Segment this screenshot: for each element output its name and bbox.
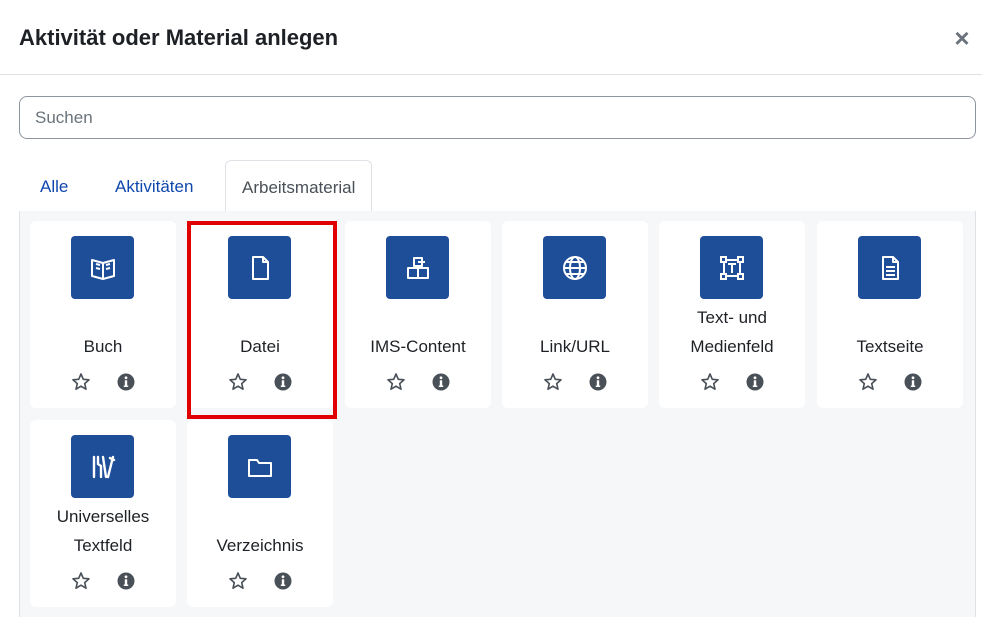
star-icon[interactable]: [858, 372, 878, 392]
tab-aktivitaeten[interactable]: Aktivitäten: [99, 160, 209, 212]
info-icon[interactable]: [903, 372, 923, 392]
info-icon[interactable]: [431, 372, 451, 392]
info-icon[interactable]: [116, 372, 136, 392]
dialog-header: Aktivität oder Material anlegen ×: [0, 0, 982, 75]
item-label: Textseite: [856, 337, 924, 356]
item-card-buch[interactable]: Buch: [30, 221, 176, 408]
info-icon[interactable]: [745, 372, 765, 392]
folder-icon: [228, 435, 291, 498]
close-button[interactable]: ×: [948, 24, 976, 52]
item-label: Verzeichnis: [216, 536, 304, 555]
info-icon[interactable]: [273, 372, 293, 392]
item-card-link-url[interactable]: Link/URL: [502, 221, 648, 408]
item-label: Datei: [240, 337, 280, 356]
page-icon: [858, 236, 921, 299]
info-icon[interactable]: [116, 571, 136, 591]
star-icon[interactable]: [71, 372, 91, 392]
item-grid: Buch Datei IMS-Content Link/URL Text- un…: [19, 211, 976, 617]
item-card-datei[interactable]: Datei: [187, 221, 333, 408]
item-card-ims-content[interactable]: IMS-Content: [345, 221, 491, 408]
text-media-icon: [700, 236, 763, 299]
item-card-universelles-textfeld[interactable]: Universelles Textfeld: [30, 420, 176, 607]
search-input[interactable]: [19, 96, 976, 139]
dialog-title: Aktivität oder Material anlegen: [19, 25, 339, 50]
star-icon[interactable]: [228, 571, 248, 591]
item-label: Universelles Textfeld: [56, 507, 150, 555]
info-icon[interactable]: [273, 571, 293, 591]
tab-arbeitsmaterial[interactable]: Arbeitsmaterial: [225, 160, 373, 213]
package-icon: [386, 236, 449, 299]
tools-icon: [71, 435, 134, 498]
star-icon[interactable]: [543, 372, 563, 392]
item-card-textseite[interactable]: Textseite: [817, 221, 963, 408]
info-icon[interactable]: [588, 372, 608, 392]
globe-icon: [543, 236, 606, 299]
tab-bar: Alle Aktivitäten Arbeitsmaterial: [19, 160, 976, 213]
star-icon[interactable]: [228, 372, 248, 392]
item-label: IMS-Content: [370, 337, 466, 356]
item-label: Buch: [83, 337, 123, 356]
star-icon[interactable]: [386, 372, 406, 392]
star-icon[interactable]: [700, 372, 720, 392]
star-icon[interactable]: [71, 571, 91, 591]
item-label: Text- und Medienfeld: [690, 308, 774, 356]
item-card-text-und-medienfeld[interactable]: Text- und Medienfeld: [659, 221, 805, 408]
item-card-verzeichnis[interactable]: Verzeichnis: [187, 420, 333, 607]
item-label: Link/URL: [540, 337, 610, 356]
file-icon: [228, 236, 291, 299]
tab-alle[interactable]: Alle: [24, 160, 84, 212]
book-icon: [71, 236, 134, 299]
